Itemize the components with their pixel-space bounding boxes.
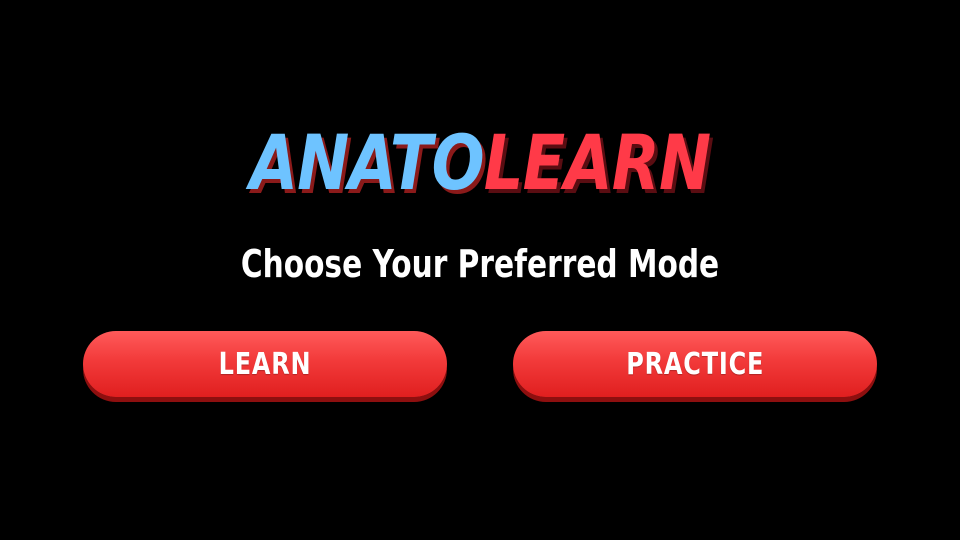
practice-mode-button[interactable]: PRACTICE — [513, 331, 877, 397]
mode-select-screen: ANATOLEARN Choose Your Preferred Mode LE… — [0, 0, 960, 540]
learn-mode-button[interactable]: LEARN — [83, 331, 447, 397]
learn-button-label: LEARN — [218, 346, 312, 382]
practice-button-label: PRACTICE — [626, 346, 764, 382]
logo-text-learn: LEARN — [483, 118, 711, 207]
app-logo: ANATOLEARN — [86, 118, 873, 208]
logo-text-anato: ANATO — [249, 118, 485, 207]
page-subtitle: Choose Your Preferred Mode — [240, 242, 720, 286]
